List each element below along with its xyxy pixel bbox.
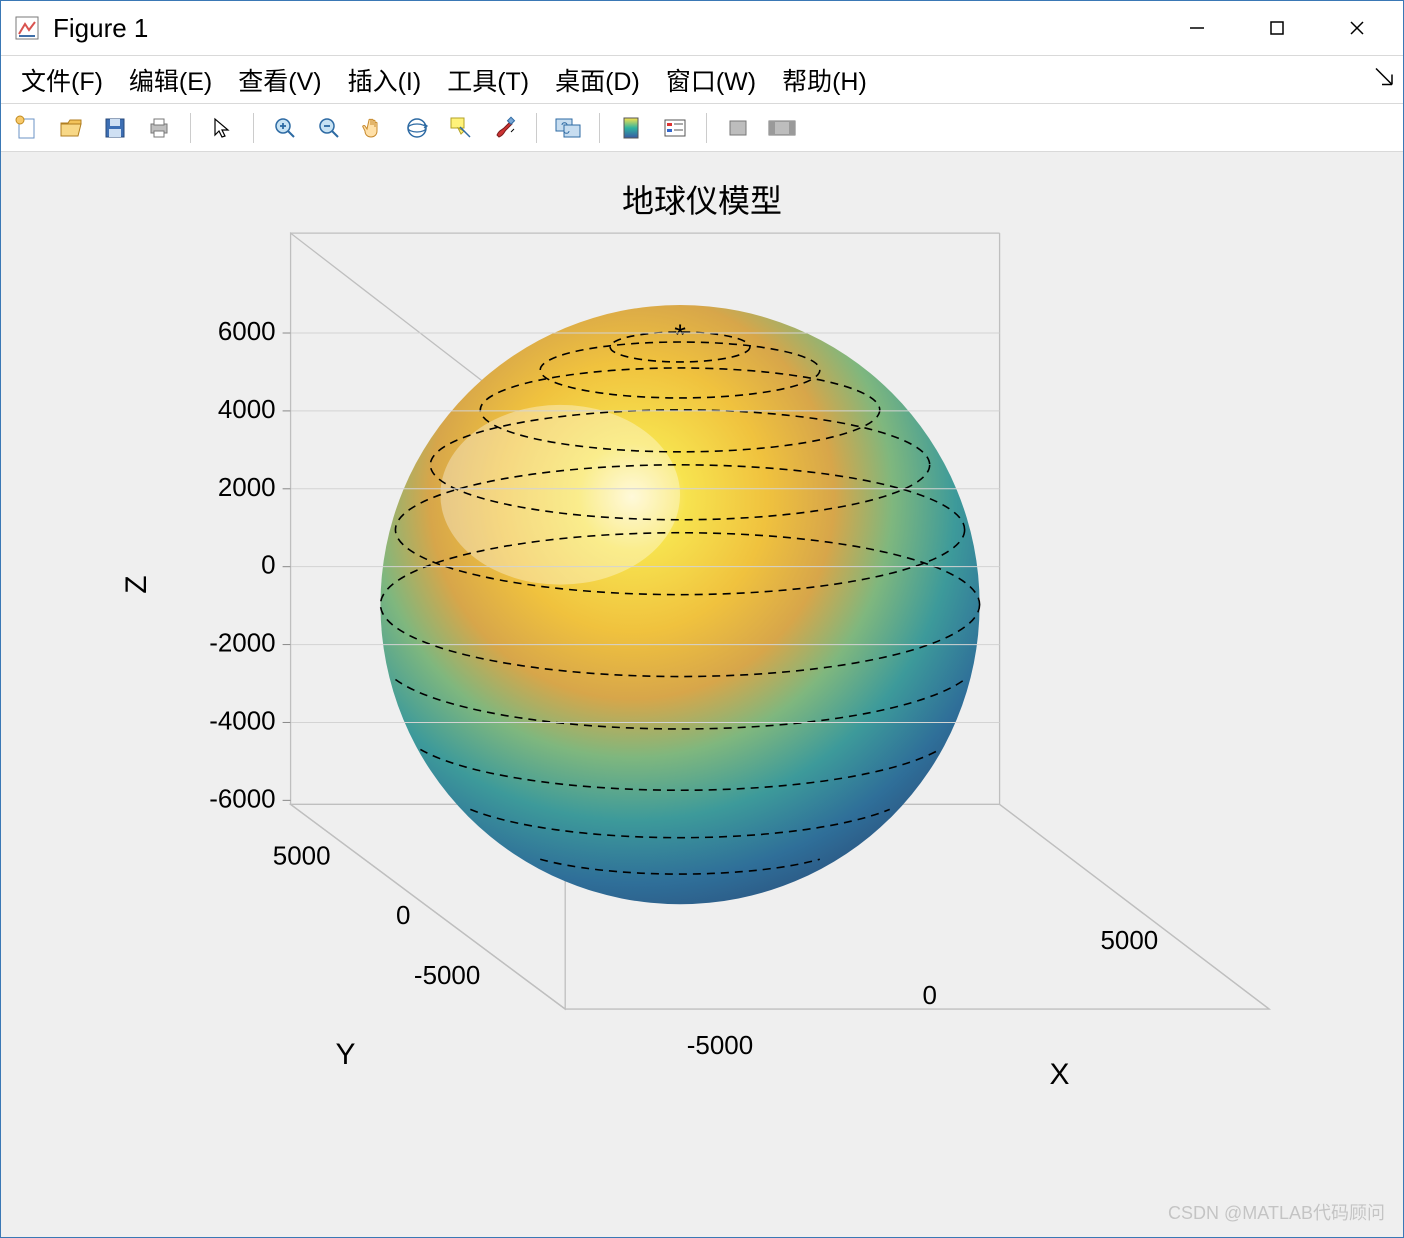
svg-text:-4000: -4000 bbox=[209, 705, 275, 735]
pole-marker: * bbox=[674, 319, 686, 352]
brush-button[interactable] bbox=[489, 112, 521, 144]
svg-text:-2000: -2000 bbox=[209, 628, 275, 658]
pointer-button[interactable] bbox=[206, 112, 238, 144]
menu-help[interactable]: 帮助(H) bbox=[772, 58, 877, 102]
toolbar-separator bbox=[599, 113, 600, 143]
x-axis-label: X bbox=[1050, 1058, 1070, 1091]
svg-text:-5000: -5000 bbox=[687, 1030, 753, 1060]
watermark-text: CSDN @MATLAB代码顾问 bbox=[1168, 1199, 1385, 1225]
figure-window: Figure 1 文件(F) 编辑(E) 查看(V) 插入(I) 工具(T) 桌… bbox=[0, 0, 1404, 1238]
svg-text:-5000: -5000 bbox=[414, 960, 480, 990]
menu-edit[interactable]: 编辑(E) bbox=[119, 58, 222, 102]
print-button[interactable] bbox=[143, 112, 175, 144]
show-plot-tools-button[interactable] bbox=[766, 112, 798, 144]
colorbar-button[interactable] bbox=[615, 112, 647, 144]
legend-button[interactable] bbox=[659, 112, 691, 144]
z-ticks bbox=[283, 333, 291, 800]
svg-text:4000: 4000 bbox=[218, 394, 276, 424]
toolbar-separator bbox=[536, 113, 537, 143]
open-button[interactable] bbox=[55, 112, 87, 144]
axes-3d[interactable]: 6000 4000 2000 0 -2000 -4000 -6000 Z 50 bbox=[1, 152, 1403, 1237]
z-axis-label: Z bbox=[120, 576, 153, 594]
data-cursor-button[interactable] bbox=[445, 112, 477, 144]
menu-view[interactable]: 查看(V) bbox=[228, 58, 331, 102]
title-bar: Figure 1 bbox=[1, 1, 1403, 56]
svg-text:5000: 5000 bbox=[273, 840, 331, 870]
close-button[interactable] bbox=[1317, 1, 1397, 56]
y-tick-label-mid: 0 bbox=[396, 900, 410, 930]
figure-toolbar bbox=[1, 104, 1403, 152]
y-axis-label: Y bbox=[336, 1038, 356, 1071]
svg-text:0: 0 bbox=[922, 980, 936, 1010]
menu-desktop[interactable]: 桌面(D) bbox=[545, 58, 650, 102]
save-button[interactable] bbox=[99, 112, 131, 144]
pan-button[interactable] bbox=[357, 112, 389, 144]
zoom-out-button[interactable] bbox=[313, 112, 345, 144]
menu-bar: 文件(F) 编辑(E) 查看(V) 插入(I) 工具(T) 桌面(D) 窗口(W… bbox=[1, 56, 1403, 104]
svg-text:2000: 2000 bbox=[218, 472, 276, 502]
dock-arrow-icon[interactable] bbox=[1373, 65, 1395, 94]
globe-surface bbox=[380, 305, 979, 904]
toolbar-separator bbox=[253, 113, 254, 143]
svg-text:-6000: -6000 bbox=[209, 783, 275, 813]
x-tick-labels: -5000 0 5000 bbox=[687, 925, 1158, 1060]
svg-text:5000: 5000 bbox=[1101, 925, 1159, 955]
zoom-in-button[interactable] bbox=[269, 112, 301, 144]
svg-text:6000: 6000 bbox=[218, 316, 276, 346]
hide-plot-tools-button[interactable] bbox=[722, 112, 754, 144]
toolbar-separator bbox=[190, 113, 191, 143]
menu-insert[interactable]: 插入(I) bbox=[338, 58, 432, 102]
window-title: Figure 1 bbox=[53, 13, 148, 44]
z-tick-labels: 6000 4000 2000 0 -2000 -4000 -6000 bbox=[209, 316, 275, 813]
figure-axes-area[interactable]: 地球仪模型 bbox=[1, 152, 1403, 1237]
matlab-figure-icon bbox=[15, 16, 39, 40]
menu-window[interactable]: 窗口(W) bbox=[656, 58, 766, 102]
maximize-button[interactable] bbox=[1237, 1, 1317, 56]
minimize-button[interactable] bbox=[1157, 1, 1237, 56]
toolbar-separator bbox=[706, 113, 707, 143]
y-tick-labels: 5000 -5000 bbox=[273, 840, 481, 990]
rotate3d-button[interactable] bbox=[401, 112, 433, 144]
link-plot-button[interactable] bbox=[552, 112, 584, 144]
menu-file[interactable]: 文件(F) bbox=[11, 58, 113, 102]
menu-tools[interactable]: 工具(T) bbox=[437, 58, 539, 102]
new-figure-button[interactable] bbox=[11, 112, 43, 144]
svg-text:0: 0 bbox=[261, 550, 275, 580]
